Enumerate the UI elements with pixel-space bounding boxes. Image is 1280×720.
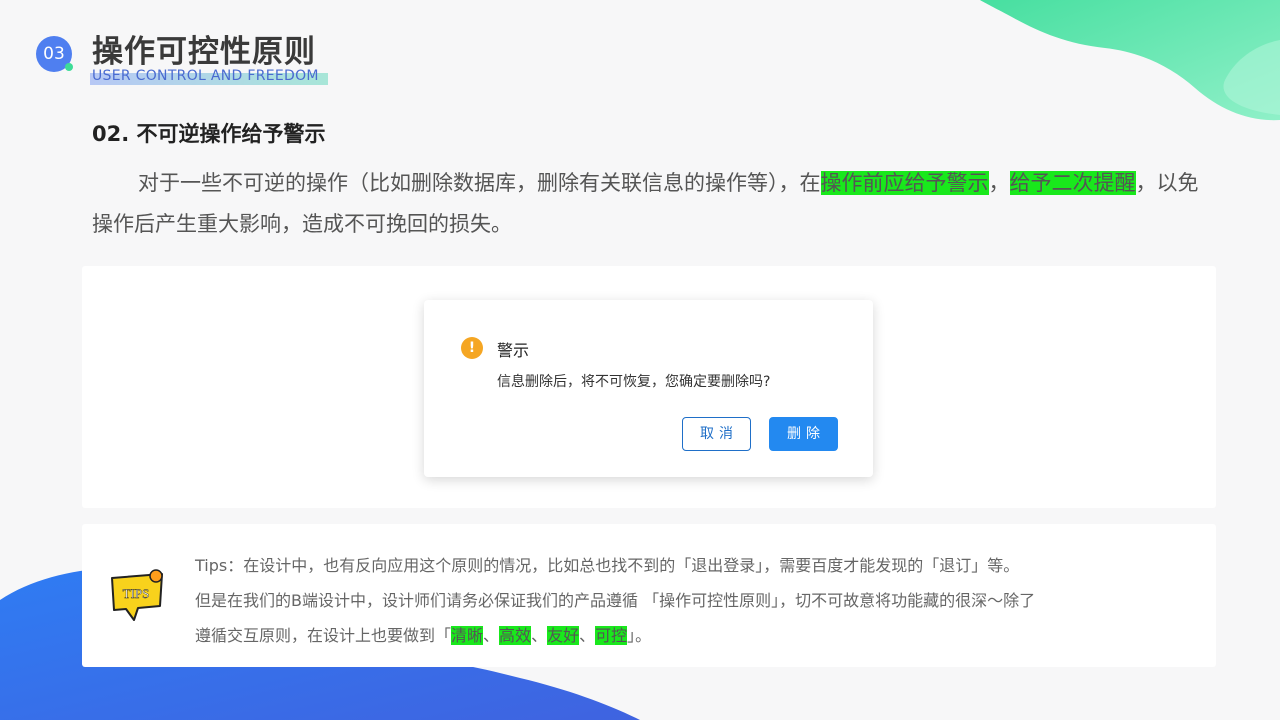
highlight-text: 操作前应给予警示 xyxy=(820,171,989,195)
paragraph-text: ， xyxy=(988,171,1010,195)
badge-accent-dot xyxy=(65,63,73,71)
paragraph-text: 对于一些不可逆的操作（比如删除数据库，删除有关联信息的操作等），在 xyxy=(138,171,821,195)
keyword-separator: 、 xyxy=(531,626,548,645)
keyword-highlight: 可控 xyxy=(595,626,628,645)
highlight-text: 给予二次提醒 xyxy=(1009,171,1136,195)
tips-speech-bubble-icon: TIPS xyxy=(111,569,163,621)
keyword-highlight: 清晰 xyxy=(451,626,484,645)
tips-line: 但是在我们的B端设计中，设计师们请务必保证我们的产品遵循 「操作可控性原则」，切… xyxy=(195,591,1036,610)
keyword-highlight: 友好 xyxy=(547,626,580,645)
teal-wave-decoration xyxy=(980,0,1280,121)
tips-line: 」。 xyxy=(627,626,652,645)
tips-line: 遵循交互原则，在设计上也要做到「 xyxy=(195,626,452,645)
tips-text: Tips：在设计中，也有反向应用这个原则的情况，比如总也找不到的「退出登录」，需… xyxy=(195,548,1195,653)
warning-dialog: ! 警示 信息删除后，将不可恢复，您确定要删除吗? 取消 删除 xyxy=(424,300,873,477)
slide-title: 操作可控性原则 xyxy=(92,34,316,70)
keyword-separator: 、 xyxy=(483,626,500,645)
dialog-title: 警示 xyxy=(497,341,530,360)
tips-line: Tips：在设计中，也有反向应用这个原则的情况，比如总也找不到的「退出登录」，需… xyxy=(195,556,1020,575)
section-heading: 02. 不可逆操作给予警示 xyxy=(92,122,326,146)
tips-icon-label: TIPS xyxy=(123,586,150,601)
warning-icon: ! xyxy=(461,337,483,359)
delete-button[interactable]: 删除 xyxy=(769,417,838,451)
body-paragraph: 对于一些不可逆的操作（比如删除数据库，删除有关联信息的操作等），在操作前应给予警… xyxy=(92,163,1212,245)
slide-subtitle: USER CONTROL AND FREEDOM xyxy=(92,68,319,84)
keyword-separator: 、 xyxy=(579,626,596,645)
keyword-highlight: 高效 xyxy=(499,626,532,645)
cancel-button[interactable]: 取消 xyxy=(682,417,751,451)
dialog-message: 信息删除后，将不可恢复，您确定要删除吗? xyxy=(497,374,771,390)
